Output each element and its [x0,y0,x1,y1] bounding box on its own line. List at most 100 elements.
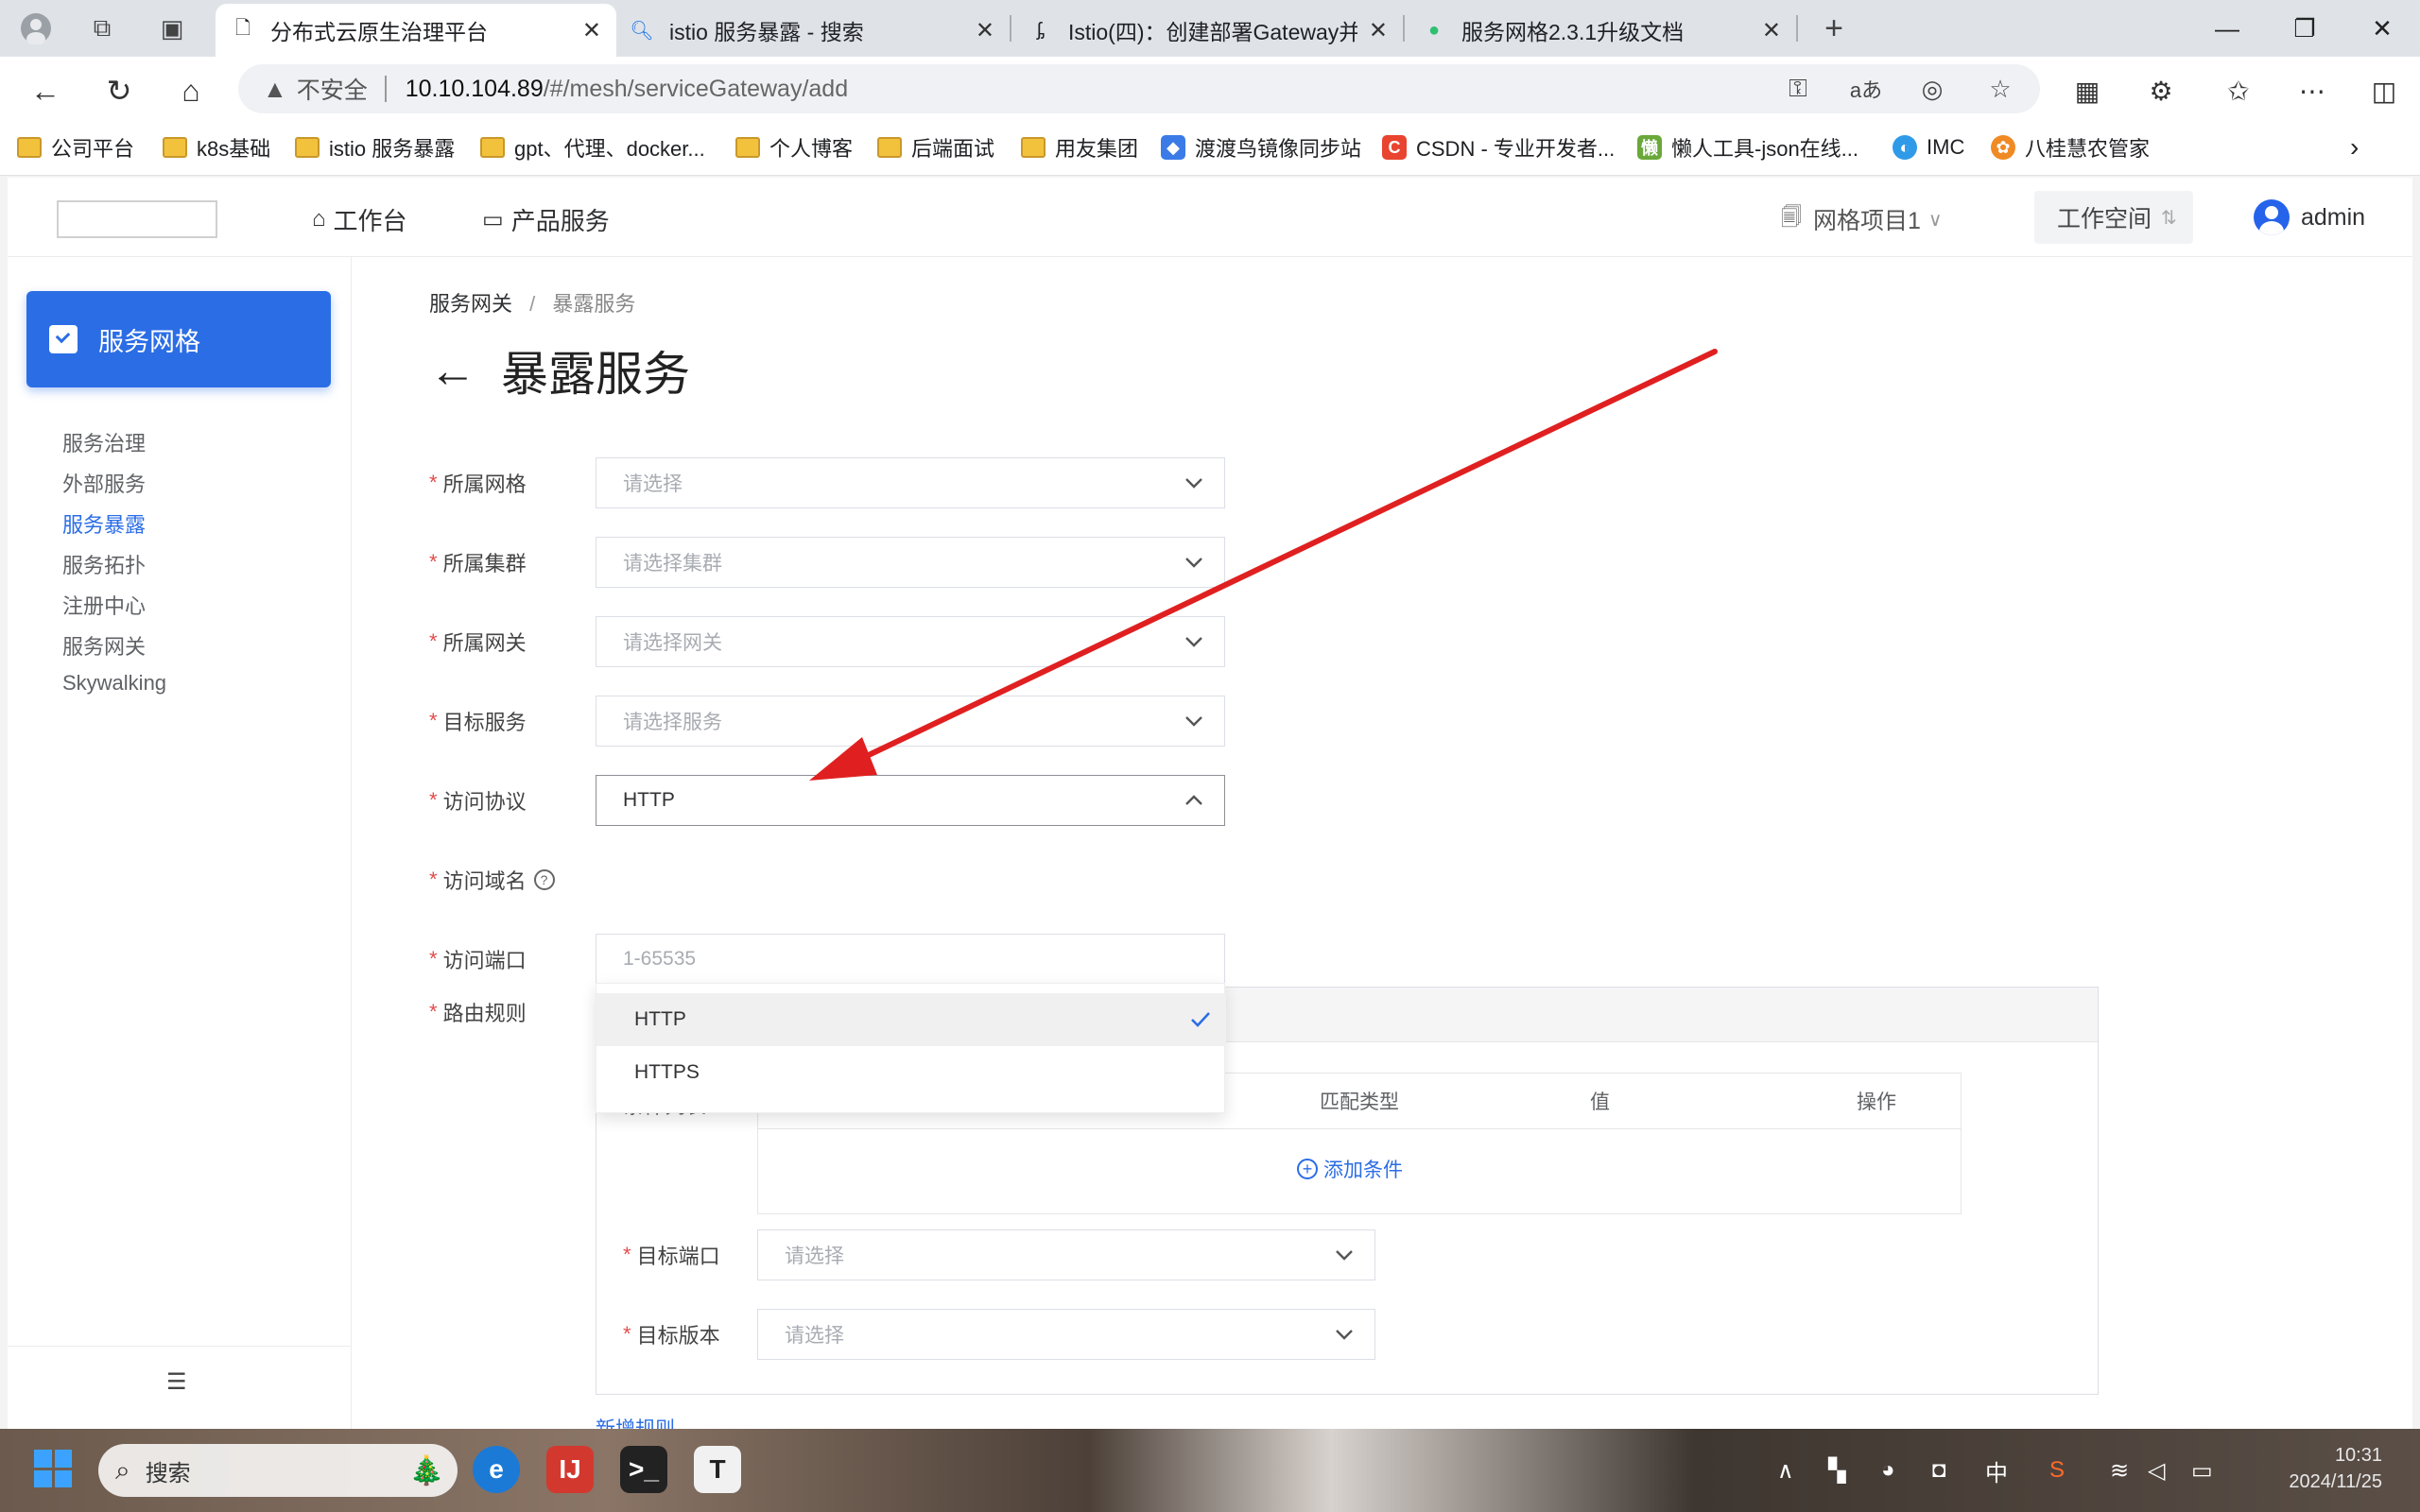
target-service-select[interactable]: 请选择服务 [596,696,1225,747]
sidebar-item-service-exposure[interactable]: 服务暴露 [62,508,146,539]
protocol-dropdown: HTTP HTTPS [596,983,1226,1113]
minimize-icon[interactable]: — [2199,9,2256,47]
sidebar-item-service-gateway[interactable]: 服务网关 [62,630,146,661]
favorites-icon[interactable]: ✩ [2218,70,2259,112]
gateway-select[interactable]: 请选择网关 [596,616,1225,667]
qq-icon[interactable]: ◕ [1881,1453,1895,1487]
vertical-tabs-icon[interactable]: ▣ [153,9,191,47]
project-name: 网格项目1 [1812,208,1921,234]
sidebar-item-external-services[interactable]: 外部服务 [62,468,146,498]
imc-icon: ◐ [1893,135,1917,160]
warning-icon[interactable]: ▲ [263,75,287,104]
bookmark-label: gpt、代理、docker... [514,137,705,161]
close-tab-icon[interactable]: ✕ [976,17,994,44]
bookmark-folder[interactable]: istio 服务暴露 [295,132,455,163]
target-version-label: * 目标版本 [623,1322,720,1348]
farm-icon: ✿ [1991,135,2015,160]
windows-start-icon[interactable] [34,1450,72,1487]
edge-icon[interactable]: e [473,1446,520,1493]
sidebar-item-skywalking[interactable]: Skywalking [62,671,166,696]
read-aloud-icon[interactable]: aあ [1845,64,1887,113]
bookmark-link[interactable]: 懒懒人工具-json在线... [1637,132,1858,163]
key-icon[interactable]: ⚿ [1777,64,1819,113]
tray-app-icon[interactable]: ▚ [1828,1453,1845,1487]
back-arrow-icon[interactable]: ← [429,343,476,398]
tray-shield-icon[interactable]: ◘ [1932,1453,1946,1487]
bookmark-link[interactable]: ◆ 渡渡鸟镜像同步站 [1161,132,1361,163]
address-bar[interactable]: ▲ 不安全 10.10.104.89 /#/mesh/serviceGatewa… [238,64,2040,113]
bookmark-folder[interactable]: 用友集团 [1021,132,1138,163]
bookmark-folder[interactable]: 后端面试 [877,132,994,163]
security-label[interactable]: 不安全 [297,72,368,106]
nav-products[interactable]: ▭ 产品服务 [482,200,610,238]
bookmark-folder[interactable]: k8s基础 [163,132,270,163]
close-window-icon[interactable]: ✕ [2354,9,2411,47]
bookmark-link[interactable]: ◐ IMC [1893,132,1964,163]
close-tab-icon[interactable]: ✕ [1369,17,1388,44]
edge-browser-essentials-icon[interactable]: ◎ [1911,64,1953,113]
select-placeholder: 请选择服务 [623,712,722,733]
breadcrumb-parent[interactable]: 服务网关 [429,292,512,316]
tab-upgrade-doc[interactable]: ● 服务网格2.3.1升级文档 ✕ [1407,4,1796,57]
sidebar-toggle-icon[interactable]: ◫ [2363,70,2405,112]
clock[interactable]: 10:31 2024/11/25 [2250,1442,2382,1495]
typora-icon[interactable]: T [694,1446,741,1493]
sogou-icon[interactable]: S [2049,1453,2065,1487]
folder-icon [163,137,187,158]
intellij-icon[interactable]: IJ [546,1446,594,1493]
tab-search[interactable]: 🔍︎ istio 服务暴露 - 搜索 ✕ [614,4,1010,57]
taskbar: ⌕ 搜索 🎄 e IJ >_ T ∧ ▚ ◕ ◘ 中 S ≋ ◁ ▭ 10:31… [0,1429,2420,1512]
project-selector[interactable]: 🗐︎ 网格项目1 ∨ [1781,200,1943,238]
nav-workbench[interactable]: ⌂ 工作台 [312,200,407,238]
tray-overflow-icon[interactable]: ∧ [1777,1453,1794,1487]
collapse-sidebar-icon[interactable]: ☰ [166,1368,187,1396]
add-condition-button[interactable]: + 添加条件 [1297,1155,1403,1183]
wifi-icon[interactable]: ≋ [2110,1453,2129,1487]
new-tab-button[interactable]: + [1815,9,1853,47]
bookmark-folder[interactable]: gpt、代理、docker... [480,132,705,163]
sidebar-item-registry[interactable]: 注册中心 [62,590,146,620]
sidebar-item-service-topology[interactable]: 服务拓扑 [62,549,146,579]
sidebar-main-service-mesh[interactable]: 服务网格 [26,291,331,387]
workspace-switcher[interactable]: 工作空间 ⇅ [2034,191,2193,244]
battery-icon[interactable]: ▭ [2191,1453,2213,1487]
bookmark-folder[interactable]: 公司平台 [17,132,134,163]
user-menu[interactable]: admin [2254,197,2365,238]
target-version-select[interactable]: 请选择 [757,1309,1375,1360]
bookmark-folder[interactable]: 个人博客 [735,132,853,163]
taskbar-search[interactable]: ⌕ 搜索 🎄 [98,1444,458,1497]
bookmark-link[interactable]: C CSDN - 专业开发者... [1382,132,1615,163]
more-menu-icon[interactable]: ⋯ [2291,70,2333,112]
add-rule-link[interactable]: 新增规则 [596,1414,675,1429]
refresh-icon[interactable]: ↻ [98,70,140,112]
extensions-puzzle-icon[interactable]: ⚙ [2140,70,2182,112]
help-icon[interactable]: ? [533,869,555,890]
mesh-select[interactable]: 请选择 [596,457,1225,508]
port-input[interactable]: 1-65535 [596,934,1225,985]
favorite-star-icon[interactable]: ☆ [1979,64,2021,113]
back-icon[interactable]: ← [25,70,66,112]
terminal-icon[interactable]: >_ [620,1446,667,1493]
home-icon[interactable]: ⌂ [170,70,212,112]
sidebar-item-service-governance[interactable]: 服务治理 [62,427,146,457]
target-port-select[interactable]: 请选择 [757,1229,1375,1280]
tab-active[interactable]: 🗋 分布式云原生治理平台 ✕ [216,4,616,57]
restore-icon[interactable]: ❐ [2276,9,2333,47]
column-header: 值 [1590,1091,1610,1113]
protocol-option-https[interactable]: HTTPS [596,1046,1226,1099]
bookmarks-overflow-icon[interactable]: › [2350,132,2359,163]
close-tab-icon[interactable]: ✕ [582,17,601,44]
extension-app-icon[interactable]: ▦ [2066,70,2108,112]
workspaces-icon[interactable]: ⧉ [83,9,121,47]
protocol-select[interactable]: HTTP [596,775,1225,826]
select-placeholder: 请选择 [785,1325,844,1347]
blog-icon: ᶋ [1037,19,1045,41]
bookmark-link[interactable]: ✿ 八桂慧农管家 [1991,132,2150,163]
tab-istio-gateway[interactable]: ᶋ Istio(四)：创建部署Gateway并使用 ✕ [1013,4,1403,57]
profile-icon[interactable] [17,9,55,47]
volume-icon[interactable]: ◁ [2148,1453,2165,1487]
cluster-select[interactable]: 请选择集群 [596,537,1225,588]
close-tab-icon[interactable]: ✕ [1762,17,1781,44]
protocol-option-http[interactable]: HTTP [596,993,1226,1046]
ime-indicator[interactable]: 中 [1985,1453,2008,1487]
